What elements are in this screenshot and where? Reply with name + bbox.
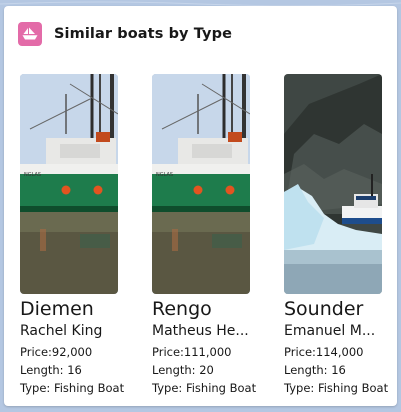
boat-tile[interactable]: NGLAS Diemen Rachel King Price:92,000 Le… <box>20 74 125 397</box>
svg-text:NGLAS: NGLAS <box>24 172 41 178</box>
boat-photo[interactable]: NGLAS <box>20 74 118 294</box>
boat-photo[interactable]: NGLAS <box>152 74 250 294</box>
boat-owner: Rachel King <box>20 323 103 339</box>
boat-photo[interactable] <box>284 74 382 294</box>
boat-tile[interactable]: Sounder Emanuel M... Price:114,000 Lengt… <box>284 74 389 397</box>
boat-type: Type: Fishing Boat <box>20 381 125 395</box>
boat-length: Length: 16 <box>284 363 346 377</box>
boat-details: Price:114,000 Length: 16 Type: Fishing B… <box>284 343 389 397</box>
similar-boats-card: Similar boats by Type NGLAS Diemen Rache… <box>4 6 397 406</box>
boat-length: Length: 20 <box>152 363 214 377</box>
boat-details: Price:111,000 Length: 20 Type: Fishing B… <box>152 343 257 397</box>
boat-name: Diemen <box>20 298 94 320</box>
card-header: Similar boats by Type <box>18 22 232 46</box>
boat-price: Price:114,000 <box>284 345 364 359</box>
boat-name: Sounder <box>284 298 364 320</box>
boat-details: Price:92,000 Length: 16 Type: Fishing Bo… <box>20 343 125 397</box>
svg-text:NGLAS: NGLAS <box>156 172 173 178</box>
boat-price: Price:111,000 <box>152 345 232 359</box>
boat-owner: Matheus He... <box>152 323 249 339</box>
boat-price: Price:92,000 <box>20 345 93 359</box>
boat-type: Type: Fishing Boat <box>152 381 257 395</box>
boat-length: Length: 16 <box>20 363 82 377</box>
boat-name: Rengo <box>152 298 212 320</box>
boat-type: Type: Fishing Boat <box>284 381 389 395</box>
boat-icon <box>18 22 42 46</box>
card-title: Similar boats by Type <box>54 26 232 42</box>
boat-tile[interactable]: NGLAS Rengo Matheus He... Price:111,000 … <box>152 74 257 397</box>
boat-owner: Emanuel M... <box>284 323 376 339</box>
